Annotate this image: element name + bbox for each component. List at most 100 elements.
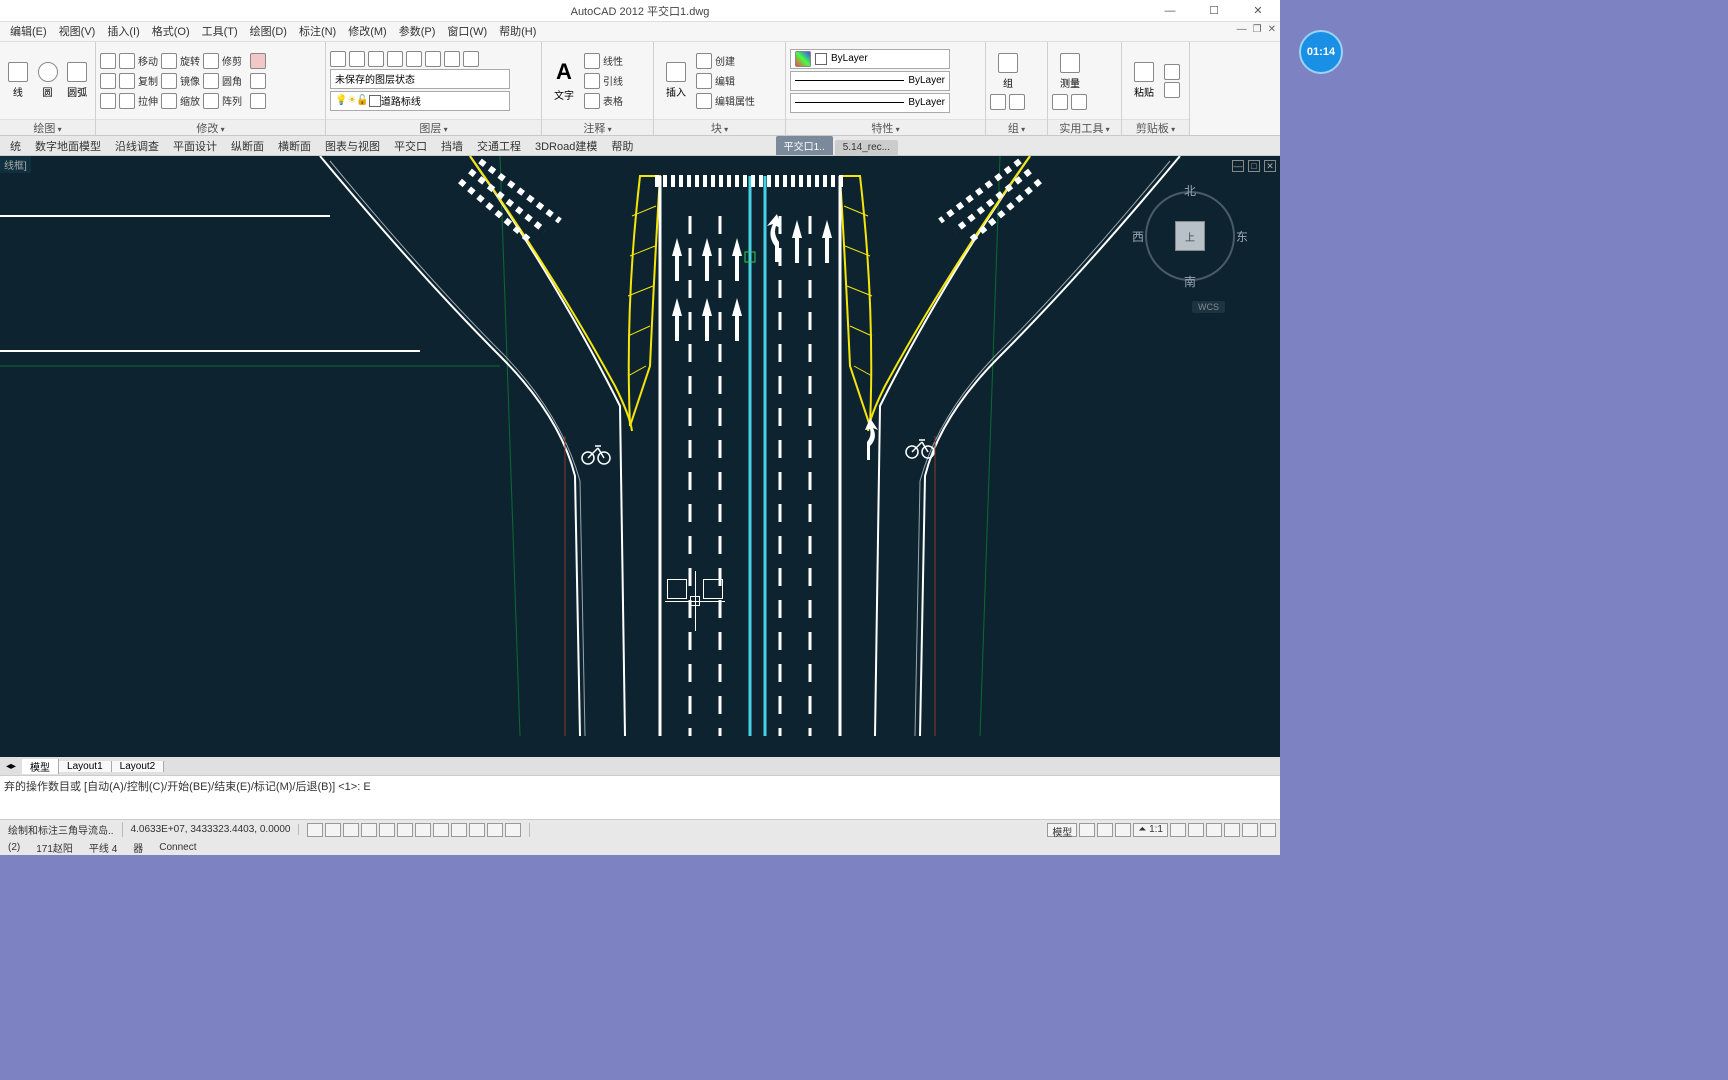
layer-prop-icon[interactable] (330, 51, 346, 67)
polar-toggle[interactable] (361, 823, 377, 837)
status-icon[interactable] (1224, 823, 1240, 837)
layout-tab-model[interactable]: 模型 (22, 759, 59, 774)
cut-icon[interactable] (1164, 64, 1180, 80)
fillet-icon[interactable] (203, 73, 219, 89)
hatch-icon[interactable] (100, 93, 116, 109)
doc-tab-active[interactable]: 平交口1.. (776, 136, 833, 155)
secmenu-item[interactable]: 纵断面 (225, 138, 270, 154)
text-button[interactable]: A文字 (546, 50, 582, 112)
panel-util-label[interactable]: 实用工具 (1048, 119, 1121, 135)
ortho-toggle[interactable] (343, 823, 359, 837)
secmenu-item[interactable]: 横断面 (272, 138, 317, 154)
table-button[interactable]: 表格 (584, 93, 623, 109)
ellipse-icon[interactable] (100, 73, 116, 89)
panel-annot-label[interactable]: 注释 (542, 119, 653, 135)
snap-toggle[interactable] (307, 823, 323, 837)
annotation-scale[interactable]: ⏶ 1:1 (1133, 823, 1168, 837)
compass-east[interactable]: 东 (1236, 228, 1248, 245)
stretch-icon[interactable] (119, 93, 135, 109)
menu-draw[interactable]: 绘图(D) (244, 22, 293, 42)
layer-lock-icon[interactable] (406, 51, 422, 67)
compass-west[interactable]: 西 (1132, 228, 1144, 245)
secmenu-item[interactable]: 交通工程 (471, 138, 527, 154)
wcs-label[interactable]: WCS (1192, 301, 1225, 313)
linetype-dropdown[interactable]: ByLayer (790, 93, 950, 113)
layer-off-icon[interactable] (425, 51, 441, 67)
tpy-toggle[interactable] (469, 823, 485, 837)
panel-block-label[interactable]: 块 (654, 119, 785, 135)
qp-toggle[interactable] (487, 823, 503, 837)
block-attr-button[interactable]: 编辑属性 (696, 93, 755, 109)
menu-insert[interactable]: 插入(I) (101, 22, 145, 42)
secmenu-item[interactable]: 数字地面模型 (29, 138, 107, 154)
lwt-toggle[interactable] (451, 823, 467, 837)
lineweight-dropdown[interactable]: ByLayer (790, 71, 950, 91)
draw-line-button[interactable]: 线 (4, 50, 32, 112)
grid-toggle[interactable] (325, 823, 341, 837)
layer-current-dropdown[interactable]: 💡 ☀ 🔓 道路标线 (330, 91, 510, 111)
mirror-icon[interactable] (161, 73, 177, 89)
status-icon[interactable] (1079, 823, 1095, 837)
offset-icon[interactable] (250, 93, 266, 109)
rotate-icon[interactable] (161, 53, 177, 69)
measure-button[interactable]: 测量 (1052, 52, 1088, 92)
status-icon[interactable] (1170, 823, 1186, 837)
drawing-canvas[interactable]: 线框] — □ ✕ (0, 156, 1280, 757)
secmenu-item[interactable]: 平交口 (388, 138, 433, 154)
explode-icon[interactable] (250, 73, 266, 89)
status-icon[interactable] (1097, 823, 1113, 837)
menu-format[interactable]: 格式(O) (146, 22, 196, 42)
menu-view[interactable]: 视图(V) (53, 22, 102, 42)
sc-toggle[interactable] (505, 823, 521, 837)
layer-prev-icon[interactable] (463, 51, 479, 67)
osnap-toggle[interactable] (379, 823, 395, 837)
doc-tab[interactable]: 5.14_rec... (835, 140, 898, 155)
status-icon[interactable] (1188, 823, 1204, 837)
dyn-toggle[interactable] (433, 823, 449, 837)
layer-freeze-icon[interactable] (387, 51, 403, 67)
status-icon[interactable] (1115, 823, 1131, 837)
menu-modify[interactable]: 修改(M) (342, 22, 393, 42)
select-icon[interactable] (1071, 94, 1087, 110)
ungroup-icon[interactable] (990, 94, 1006, 110)
group-edit-icon[interactable] (1009, 94, 1025, 110)
copy-clip-icon[interactable] (1164, 82, 1180, 98)
menu-edit[interactable]: 编辑(E) (4, 22, 53, 42)
layout-tab-1[interactable]: Layout1 (59, 761, 112, 772)
status-icon[interactable] (1242, 823, 1258, 837)
scale-icon[interactable] (161, 93, 177, 109)
secmenu-item[interactable]: 图表与视图 (319, 138, 386, 154)
otrack-toggle[interactable] (397, 823, 413, 837)
command-line[interactable]: 弃的操作数目或 [自动(A)/控制(C)/开始(BE)/结束(E)/标记(M)/… (0, 775, 1280, 819)
panel-modify-label[interactable]: 修改 (96, 119, 325, 135)
mdi-min-icon[interactable]: — (1237, 24, 1247, 35)
secmenu-item[interactable]: 挡墙 (435, 138, 469, 154)
layer-states-icon[interactable] (349, 51, 365, 67)
group-button[interactable]: 组 (990, 52, 1026, 92)
secmenu-item[interactable]: 统 (4, 138, 27, 154)
compass-north[interactable]: 北 (1184, 182, 1196, 199)
calc-icon[interactable] (1052, 94, 1068, 110)
view-cube[interactable]: 北 南 东 西 上 (1140, 186, 1240, 286)
color-dropdown[interactable]: ByLayer (790, 49, 950, 69)
menu-dimension[interactable]: 标注(N) (293, 22, 342, 42)
layout-tab-2[interactable]: Layout2 (112, 761, 165, 772)
leader-button[interactable]: 引线 (584, 73, 623, 89)
layer-match-icon[interactable] (444, 51, 460, 67)
menu-window[interactable]: 窗口(W) (441, 22, 493, 42)
secmenu-item[interactable]: 帮助 (605, 138, 639, 154)
erase-icon[interactable] (250, 53, 266, 69)
maximize-button[interactable]: ☐ (1192, 0, 1236, 22)
viewcube-top[interactable]: 上 (1175, 221, 1205, 251)
dim-linear-button[interactable]: 线性 (584, 53, 623, 69)
model-space-button[interactable]: 模型 (1047, 823, 1077, 837)
panel-layers-label[interactable]: 图层 (326, 119, 541, 135)
panel-draw-label[interactable]: 绘图 (0, 119, 95, 135)
draw-arc-button[interactable]: 圆弧 (63, 50, 91, 112)
close-button[interactable]: ✕ (1236, 0, 1280, 22)
menu-tools[interactable]: 工具(T) (196, 22, 244, 42)
minimize-button[interactable]: — (1148, 0, 1192, 22)
secmenu-item[interactable]: 沿线调查 (109, 138, 165, 154)
block-insert-button[interactable]: 插入 (658, 50, 694, 112)
panel-props-label[interactable]: 特性 (786, 119, 985, 135)
